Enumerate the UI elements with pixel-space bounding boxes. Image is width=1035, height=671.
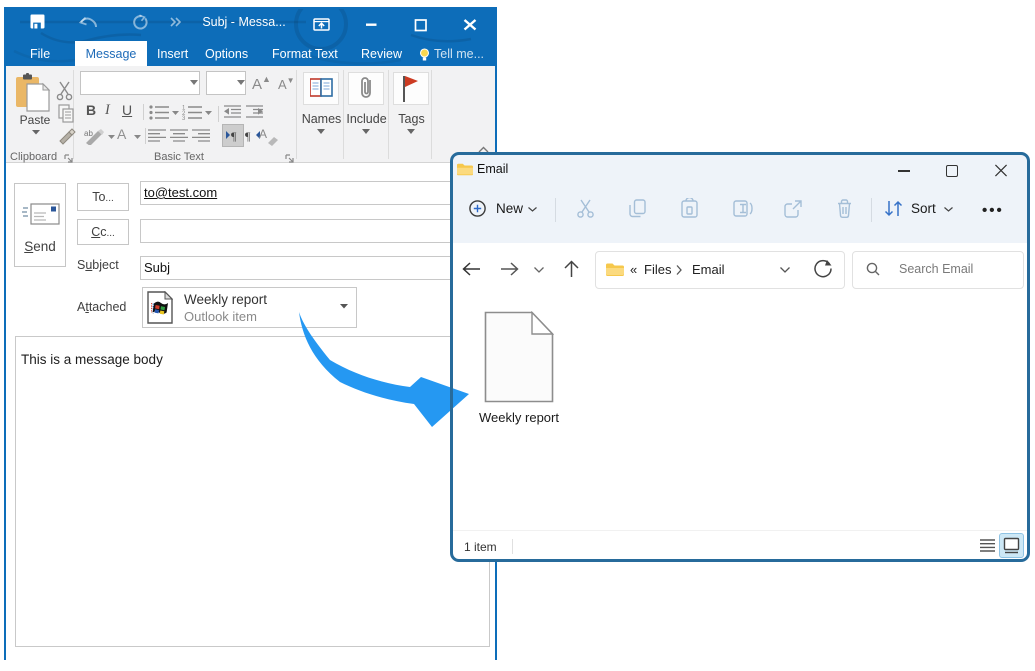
svg-text:3: 3 [182,116,186,120]
svg-text:A: A [259,127,267,141]
svg-text:¶: ¶ [245,129,251,142]
svg-text:ab: ab [84,129,93,138]
svg-text:¶: ¶ [231,129,237,142]
